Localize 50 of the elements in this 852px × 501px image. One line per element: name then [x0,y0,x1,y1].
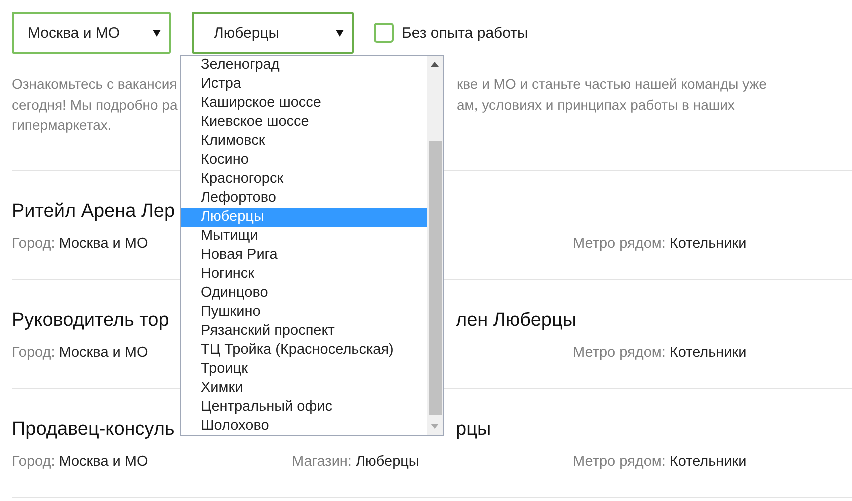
checkbox[interactable] [374,23,394,43]
dropdown-option[interactable]: Центральный офис [181,398,427,417]
dropdown-option[interactable]: Одинцово [181,284,427,303]
dropdown-option[interactable]: Ногинск [181,265,427,284]
dropdown-option[interactable]: Красногорск [181,170,427,189]
field-label: Город: [12,236,56,252]
intro-text: сегодня! Мы подробно ра [12,96,179,115]
caret-icon [336,30,344,36]
dropdown-option[interactable]: Лефортово [181,189,427,208]
dropdown-option[interactable]: Каширское шоссе [181,94,427,113]
dropdown-option[interactable]: Троицк [181,360,427,379]
scroll-down-icon[interactable] [431,424,439,429]
dropdown-option[interactable]: Киевское шоссе [181,113,427,132]
field-label: Метро рядом: [573,454,666,470]
dropdown-select[interactable]: Москва и МО [12,12,171,54]
field-label: Метро рядом: [573,236,666,252]
dropdown-option[interactable]: Шолохово [181,417,427,436]
field-value: Котельники [670,344,747,360]
field-value: Москва и МО [59,344,148,360]
intro-text: гипермаркетах. [12,116,113,135]
field-label: Магазин: [292,454,352,470]
field-value: Котельники [670,454,747,470]
dropdown-option[interactable]: Косино [181,151,427,170]
vacancy-title[interactable]: рцы [456,418,492,442]
dropdown-option[interactable]: Пушкино [181,303,427,322]
intro-text: ам, условиях и принципах работы в наших [457,96,735,115]
scrollbar[interactable] [427,56,443,435]
dropdown-option[interactable]: Мытищи [181,227,427,246]
scroll-up-icon[interactable] [431,62,439,67]
intro-text: кве и МО и станьте частью нашей команды уже [457,75,767,94]
field-value: Люберцы [356,454,420,470]
dropdown-option[interactable]: Истра [181,75,427,94]
dropdown-select[interactable]: Люберцы [192,12,354,54]
dropdown-option[interactable]: Новая Рига [181,246,427,265]
dropdown-option[interactable]: Зеленоград [181,56,427,75]
field-value: Москва и МО [59,454,148,470]
vacancy-title[interactable]: лен Люберцы [456,308,576,332]
dropdown-option[interactable]: Климовск [181,132,427,151]
field-label: Метро рядом: [573,344,666,360]
dropdown-option[interactable]: ТЦ Тройка (Красносельская) [181,341,427,360]
field-value: Москва и МО [59,236,148,252]
scroll-thumb[interactable] [428,141,442,415]
checkbox-label[interactable]: Без опыта работы [402,24,528,42]
dropdown-option[interactable]: Рязанский проспект [181,322,427,341]
field-value: Котельники [670,236,747,252]
field-label: Город: [12,454,56,470]
field-label: Город: [12,344,56,360]
caret-icon [153,30,161,36]
intro-text: Ознакомьтесь с вакансия [12,75,178,94]
dropdown-option[interactable]: Химки [181,379,427,398]
